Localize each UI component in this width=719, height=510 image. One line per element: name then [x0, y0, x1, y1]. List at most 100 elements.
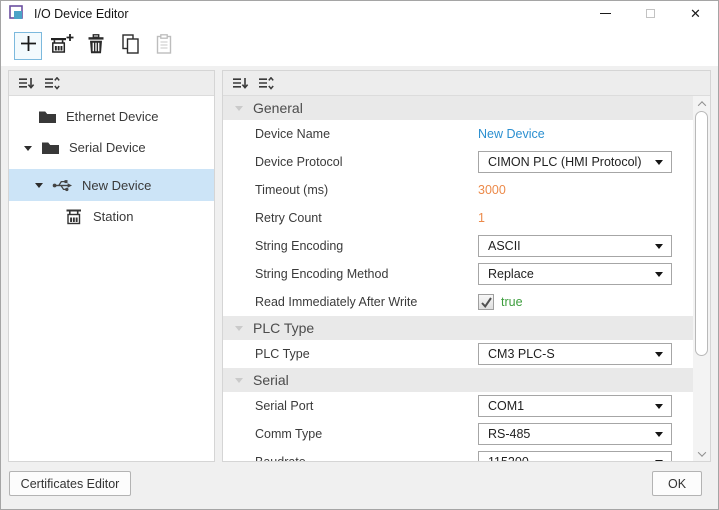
- section-caret-icon: [235, 378, 243, 387]
- expander-down-icon[interactable]: [24, 146, 32, 155]
- device-tree: Ethernet Device Serial Device: [9, 96, 214, 232]
- vertical-scrollbar[interactable]: [693, 96, 710, 461]
- device-protocol-dropdown[interactable]: CIMON PLC (HMI Protocol): [478, 151, 672, 173]
- collapse-all-icon[interactable]: [18, 77, 35, 90]
- read-immediately-checkbox[interactable]: [478, 294, 494, 310]
- expand-all-icon[interactable]: [44, 77, 61, 90]
- prop-row-device-name: Device Name New Device: [223, 120, 693, 148]
- property-panel: General Device Name New Device Device Pr…: [222, 70, 711, 462]
- tree-item-station[interactable]: Station: [9, 201, 214, 232]
- dropdown-value: RS-485: [488, 427, 530, 441]
- prop-label: Retry Count: [255, 211, 322, 225]
- string-encoding-dropdown[interactable]: ASCII: [478, 235, 672, 257]
- io-device-editor-window: I/O Device Editor ✕: [0, 0, 719, 510]
- chevron-down-icon: [655, 272, 663, 281]
- tree-item-ethernet-device[interactable]: Ethernet Device: [9, 101, 214, 132]
- prop-row-string-encoding: String Encoding ASCII: [223, 232, 693, 260]
- chevron-down-icon: [655, 460, 663, 461]
- chevron-down-icon: [655, 244, 663, 253]
- serial-port-dropdown[interactable]: COM1: [478, 395, 672, 417]
- plus-icon: [20, 35, 37, 57]
- dropdown-value: CIMON PLC (HMI Protocol): [488, 155, 642, 169]
- scrollbar-thumb[interactable]: [695, 111, 708, 356]
- comm-type-dropdown[interactable]: RS-485: [478, 423, 672, 445]
- prop-row-string-encoding-method: String Encoding Method Replace: [223, 260, 693, 288]
- device-tree-panel: Ethernet Device Serial Device: [8, 70, 215, 462]
- collapse-all-icon[interactable]: [232, 77, 249, 90]
- ok-button[interactable]: OK: [652, 471, 702, 496]
- chevron-down-icon: [697, 448, 705, 456]
- dropdown-value: Replace: [488, 267, 534, 281]
- retry-count-value[interactable]: 1: [478, 211, 485, 225]
- close-button[interactable]: ✕: [673, 1, 718, 26]
- prop-row-serial-port: Serial Port COM1: [223, 392, 693, 420]
- trash-icon: [87, 34, 105, 59]
- scroll-down-button[interactable]: [693, 446, 710, 461]
- prop-row-retry-count: Retry Count 1: [223, 204, 693, 232]
- string-encoding-method-dropdown[interactable]: Replace: [478, 263, 672, 285]
- prop-label: PLC Type: [255, 347, 310, 361]
- prop-label: String Encoding: [255, 239, 343, 253]
- section-caret-icon: [235, 106, 243, 115]
- chevron-down-icon: [655, 352, 663, 361]
- section-header-serial[interactable]: Serial: [223, 368, 693, 392]
- prop-label: Device Protocol: [255, 155, 343, 169]
- paste-button[interactable]: [150, 32, 178, 60]
- prop-label: Baudrate: [255, 455, 306, 461]
- add-device-button[interactable]: [14, 32, 42, 60]
- tree-item-label: Ethernet Device: [66, 109, 159, 124]
- timeout-value[interactable]: 3000: [478, 183, 506, 197]
- minimize-button[interactable]: [583, 1, 628, 26]
- tree-item-label: Station: [93, 209, 133, 224]
- tree-item-serial-device[interactable]: Serial Device: [9, 132, 214, 163]
- dropdown-value: CM3 PLC-S: [488, 347, 555, 361]
- window-title: I/O Device Editor: [34, 7, 128, 21]
- expand-all-icon[interactable]: [258, 77, 275, 90]
- plc-type-dropdown[interactable]: CM3 PLC-S: [478, 343, 672, 365]
- device-name-value[interactable]: New Device: [478, 127, 545, 141]
- read-immediately-value: true: [501, 295, 523, 309]
- check-icon: [480, 296, 493, 309]
- tree-panel-header: [9, 71, 214, 96]
- scroll-up-button[interactable]: [693, 96, 710, 111]
- property-grid: General Device Name New Device Device Pr…: [223, 96, 693, 461]
- station-icon: [65, 208, 84, 225]
- add-station-button[interactable]: [48, 32, 76, 60]
- chevron-up-icon: [697, 101, 705, 109]
- prop-row-baudrate: Baudrate 115200: [223, 448, 693, 461]
- section-title: PLC Type: [253, 320, 314, 336]
- tree-item-label: Serial Device: [69, 140, 146, 155]
- maximize-icon: [646, 9, 655, 18]
- prop-label: Device Name: [255, 127, 330, 141]
- maximize-button[interactable]: [628, 1, 673, 26]
- prop-label: Timeout (ms): [255, 183, 328, 197]
- tree-item-new-device[interactable]: New Device: [9, 169, 214, 201]
- chevron-down-icon: [655, 160, 663, 169]
- dropdown-value: ASCII: [488, 239, 521, 253]
- copy-icon: [122, 34, 139, 59]
- expander-down-icon[interactable]: [35, 183, 43, 192]
- titlebar: I/O Device Editor ✕: [1, 1, 718, 26]
- prop-label: Serial Port: [255, 399, 313, 413]
- usb-icon: [52, 177, 73, 193]
- copy-button[interactable]: [116, 32, 144, 60]
- prop-row-plc-type: PLC Type CM3 PLC-S: [223, 340, 693, 368]
- prop-label: Read Immediately After Write: [255, 295, 417, 309]
- section-header-general[interactable]: General: [223, 96, 693, 120]
- section-title: Serial: [253, 372, 289, 388]
- prop-row-comm-type: Comm Type RS-485: [223, 420, 693, 448]
- station-plus-icon: [50, 33, 74, 59]
- section-header-plc-type[interactable]: PLC Type: [223, 316, 693, 340]
- chevron-down-icon: [655, 404, 663, 413]
- delete-button[interactable]: [82, 32, 110, 60]
- property-panel-header: [223, 71, 710, 96]
- window-controls: ✕: [583, 1, 718, 26]
- baudrate-dropdown[interactable]: 115200: [478, 451, 672, 461]
- certificates-editor-button[interactable]: Certificates Editor: [9, 471, 131, 496]
- prop-label: String Encoding Method: [255, 267, 388, 281]
- dropdown-value: COM1: [488, 399, 524, 413]
- prop-row-timeout: Timeout (ms) 3000: [223, 176, 693, 204]
- section-caret-icon: [235, 326, 243, 335]
- minimize-icon: [600, 13, 611, 14]
- prop-row-read-immediately: Read Immediately After Write true: [223, 288, 693, 316]
